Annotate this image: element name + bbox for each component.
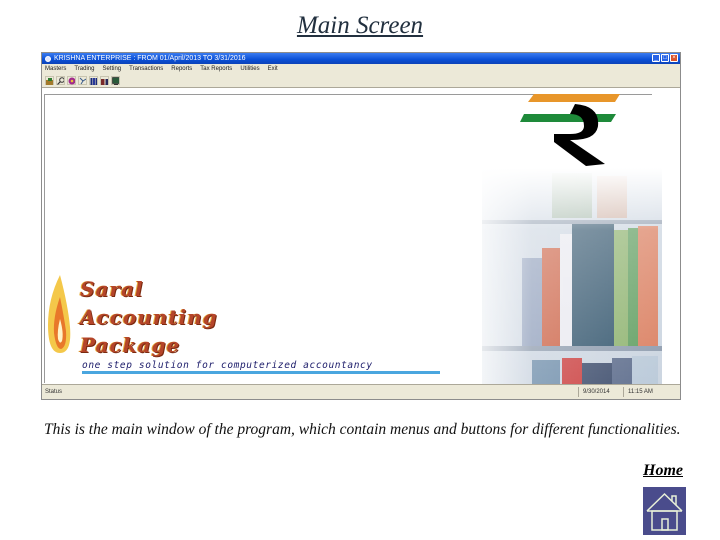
- house-icon: [646, 492, 683, 531]
- statusbar: Status 9/30/2014 11:15 AM: [42, 384, 680, 399]
- status-time: 11:15 AM: [623, 387, 680, 397]
- menu-reports[interactable]: Reports: [171, 66, 192, 72]
- menu-exit[interactable]: Exit: [268, 66, 278, 72]
- flame-logo: [48, 275, 71, 353]
- search-icon: [57, 76, 64, 85]
- flower-icon: [68, 77, 75, 84]
- toolbar-company-button[interactable]: [45, 76, 54, 85]
- toolbar-screen-button[interactable]: [111, 76, 120, 85]
- menu-setting[interactable]: Setting: [102, 66, 121, 72]
- status-text: Status: [45, 389, 63, 395]
- menu-transactions[interactable]: Transactions: [129, 66, 163, 72]
- slide-title: Main Screen: [296, 12, 424, 39]
- menu-masters[interactable]: Masters: [45, 66, 66, 72]
- books-icon: [90, 77, 97, 85]
- menubar: Masters Trading Setting Transactions Rep…: [42, 64, 680, 74]
- close-button[interactable]: ×: [670, 54, 678, 62]
- menu-trading[interactable]: Trading: [74, 66, 94, 72]
- screen-icon: [112, 76, 119, 85]
- brand-tagline: one step solution for computerized accou…: [82, 360, 440, 374]
- toolbar: [42, 74, 680, 88]
- toolbar-books-button[interactable]: [89, 76, 98, 85]
- slide-description: This is the main window of the program, …: [44, 421, 681, 438]
- maximize-button[interactable]: □: [661, 54, 669, 62]
- brand-accounting: Accounting: [80, 305, 218, 329]
- window-title: KRISHNA ENTERPRISE : FROM 01/April/2013 …: [54, 55, 246, 62]
- rupee-logo: [520, 94, 620, 166]
- toolbar-users-button[interactable]: [100, 76, 109, 85]
- minimize-button[interactable]: _: [652, 54, 660, 62]
- brand-saral: Saral: [80, 277, 144, 301]
- status-date: 9/30/2014: [578, 387, 623, 397]
- app-icon: [45, 55, 51, 62]
- toolbar-search-button[interactable]: [56, 76, 65, 85]
- main-client-area: Saral Accounting Package one step soluti…: [42, 88, 680, 399]
- home-link[interactable]: Home: [643, 462, 683, 480]
- bookshelf-image: [462, 168, 662, 399]
- home-button[interactable]: [643, 487, 686, 535]
- app-window: KRISHNA ENTERPRISE : FROM 01/April/2013 …: [41, 52, 681, 400]
- toolbar-flower-button[interactable]: [67, 76, 76, 85]
- window-controls: _ □ ×: [652, 54, 678, 62]
- menu-utilities[interactable]: Utilities: [240, 66, 259, 72]
- window-titlebar[interactable]: KRISHNA ENTERPRISE : FROM 01/April/2013 …: [42, 53, 680, 64]
- brand-package: Package: [80, 333, 181, 357]
- company-icon: [46, 77, 53, 85]
- users-icon: [101, 78, 108, 85]
- tool-icon: [79, 77, 86, 84]
- toolbar-tool-button[interactable]: [78, 76, 87, 85]
- menu-tax-reports[interactable]: Tax Reports: [200, 66, 232, 72]
